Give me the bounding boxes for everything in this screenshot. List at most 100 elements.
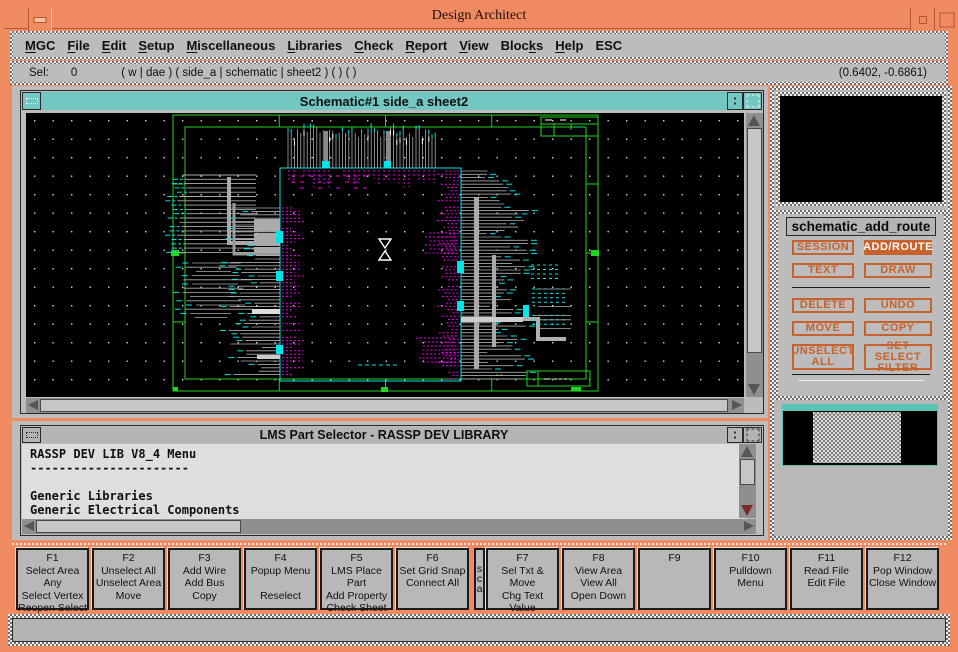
scroll-left-arrow[interactable] [28, 400, 38, 410]
function-key-f9[interactable]: F9 [638, 548, 711, 610]
minimize-icon [734, 98, 736, 105]
menu-item-setup[interactable]: Setup [138, 38, 174, 53]
window-menu-icon [26, 98, 38, 104]
part-selector-window-frame[interactable]: LMS Part Selector - RASSP DEV LIBRARY RA… [12, 421, 768, 540]
minimize-icon [919, 16, 927, 24]
schematic-vscrollbar[interactable] [746, 113, 763, 397]
scroll-down-arrow[interactable] [748, 384, 760, 395]
palette-button-text[interactable]: TEXT [792, 263, 854, 278]
part-selector-minimize-button[interactable] [727, 427, 743, 443]
hscroll-thumb[interactable] [40, 399, 728, 412]
palette-button-session[interactable]: SESSION [792, 240, 854, 255]
scroll-up-arrow[interactable] [741, 446, 753, 457]
schematic-minimize-button[interactable] [727, 92, 743, 110]
statusbar-frame: Sel: 0 ( w | dae ) ( side_a | schematic … [10, 61, 948, 85]
palette-body: schematic_add_route SESSIONADD/ROUTETEXT… [778, 214, 944, 396]
palette-separator [798, 380, 924, 381]
part-selector-list[interactable]: RASSP DEV LIB V8_4 Menu-----------------… [22, 444, 746, 521]
menubar-frame: MGC File Edit Setup Miscellaneous Libraries Ch… [10, 31, 948, 60]
minimap-viewport-indicator[interactable] [813, 412, 901, 463]
maximize-icon [746, 95, 759, 108]
menu-item-esc[interactable]: ESC [595, 38, 622, 53]
minimap[interactable] [782, 404, 938, 466]
function-key-bar: F1Select Area AnySelect VertexReopen Sel… [12, 543, 946, 611]
part-selector-line[interactable]: ---------------------- [30, 461, 746, 475]
menu-item-check[interactable]: Check [354, 38, 393, 53]
schematic-hscrollbar[interactable] [26, 398, 744, 413]
schematic-canvas[interactable] [26, 113, 744, 397]
scroll-left-arrow[interactable] [24, 521, 34, 531]
palette-separator [792, 287, 930, 288]
function-key-f10[interactable]: F10Pulldown Menu [714, 548, 787, 610]
schematic-window-frame[interactable]: Schematic#1 side_a sheet2 [12, 86, 768, 418]
part-selector-line[interactable] [30, 475, 746, 489]
message-bar [12, 618, 946, 642]
selection-count-label: Sel: [29, 67, 49, 79]
main-titlebar[interactable]: Design Architect [4, 4, 954, 29]
schematic-maximize-button[interactable] [743, 92, 762, 110]
palette-button-draw[interactable]: DRAW [864, 263, 932, 278]
palette-button-add-route[interactable]: ADD/ROUTE [864, 240, 932, 255]
function-keys: F1Select Area AnySelect VertexReopen Sel… [12, 548, 946, 610]
palette-button-copy[interactable]: COPY [864, 321, 932, 336]
maximize-button[interactable] [934, 8, 958, 31]
function-key-f2[interactable]: F2Unselect AllUnselect AreaMove [92, 548, 165, 610]
cursor-coordinates: (0.6402, -0.6861) [839, 67, 927, 79]
minimize-button[interactable] [910, 8, 936, 31]
menu-item-blocks[interactable]: Blocks [501, 38, 544, 53]
part-selector-title: LMS Part Selector - RASSP DEV LIBRARY [41, 428, 727, 442]
scroll-right-arrow[interactable] [744, 521, 754, 531]
part-selector-line[interactable]: Generic Electrical Components [30, 503, 746, 517]
part-selector-hscrollbar[interactable] [22, 519, 756, 534]
function-key-f7[interactable]: F7Sel Txt & MoveChg Text ValueOpen Up [486, 548, 559, 610]
context-path: ( w | dae ) ( side_a | schematic | sheet… [121, 67, 356, 79]
palette-button-delete[interactable]: DELETE [792, 298, 854, 313]
part-selector-window-menu-button[interactable] [22, 427, 41, 443]
scroll-up-arrow[interactable] [748, 115, 760, 126]
vscroll-thumb[interactable] [747, 128, 762, 353]
scroll-right-arrow[interactable] [732, 400, 742, 410]
schematic-window-title: Schematic#1 side_a sheet2 [41, 94, 727, 109]
menu-item-miscellaneous[interactable]: Miscellaneous [186, 38, 275, 53]
palette-button-undo[interactable]: UNDO [864, 298, 932, 313]
schematic-window: Schematic#1 side_a sheet2 [20, 90, 764, 414]
menu-item-report[interactable]: Report [405, 38, 447, 53]
menu-item-libraries[interactable]: Libraries [287, 38, 342, 53]
preview-box [780, 96, 942, 202]
function-key-f8[interactable]: F8View AreaView AllOpen Down [562, 548, 635, 610]
function-key-f12[interactable]: F12Pop WindowClose Window [866, 548, 939, 610]
function-key-f5[interactable]: F5LMS Place PartAdd PropertyCheck Sheet [320, 548, 393, 610]
hscroll-thumb[interactable] [36, 520, 241, 533]
function-key-f3[interactable]: F3Add WireAdd BusCopy [168, 548, 241, 610]
menu-item-help[interactable]: Help [555, 38, 583, 53]
palette-buttons: SESSION ADD/ROUTE TEXT DRAW DELETE UNDO MOVE CO… [778, 214, 944, 396]
menu-item-file[interactable]: File [67, 38, 89, 53]
schematic-titlebar[interactable]: Schematic#1 side_a sheet2 [22, 92, 762, 110]
function-key-f4[interactable]: F4Popup Menu Reselect [244, 548, 317, 610]
function-key-f6[interactable]: F6Set Grid SnapConnect All [396, 548, 469, 610]
part-selector-titlebar[interactable]: LMS Part Selector - RASSP DEV LIBRARY [22, 427, 762, 443]
palette-button-unselect-all[interactable]: UNSELECT ALL [792, 344, 854, 370]
preview-box-frame [776, 92, 946, 206]
schematic-window-menu-button[interactable] [22, 92, 41, 110]
maximize-icon [746, 429, 759, 442]
part-selector-vscrollbar[interactable] [739, 444, 756, 518]
vscroll-thumb[interactable] [740, 459, 755, 485]
menubar: MGC File Edit Setup Miscellaneous Libraries Ch… [13, 34, 945, 57]
function-key-f11[interactable]: F11Read FileEdit File [790, 548, 863, 610]
part-selector-maximize-button[interactable] [743, 427, 762, 443]
palette-button-move[interactable]: MOVE [792, 321, 854, 336]
window-menu-button[interactable] [28, 8, 52, 31]
minimap-titlebar [783, 405, 937, 411]
part-selector-line[interactable]: Generic Libraries [30, 489, 746, 503]
scroll-down-arrow[interactable] [741, 505, 753, 516]
part-selector-line[interactable]: RASSP DEV LIB V8_4 Menu [30, 447, 746, 461]
design-architect-root: { "window": { "main_title": "Design Arch… [0, 0, 958, 652]
palette-button-set-select-filter[interactable]: SET SELECT FILTER [864, 344, 932, 370]
function-key-f1[interactable]: F1Select Area AnySelect VertexReopen Sel… [16, 548, 89, 610]
message-bar-frame [8, 614, 950, 646]
menu-item-edit[interactable]: Edit [102, 38, 127, 53]
clipped-key-strip: sca [474, 548, 485, 610]
menu-item-view[interactable]: View [459, 38, 488, 53]
menu-item-mgc[interactable]: MGC [25, 38, 55, 53]
